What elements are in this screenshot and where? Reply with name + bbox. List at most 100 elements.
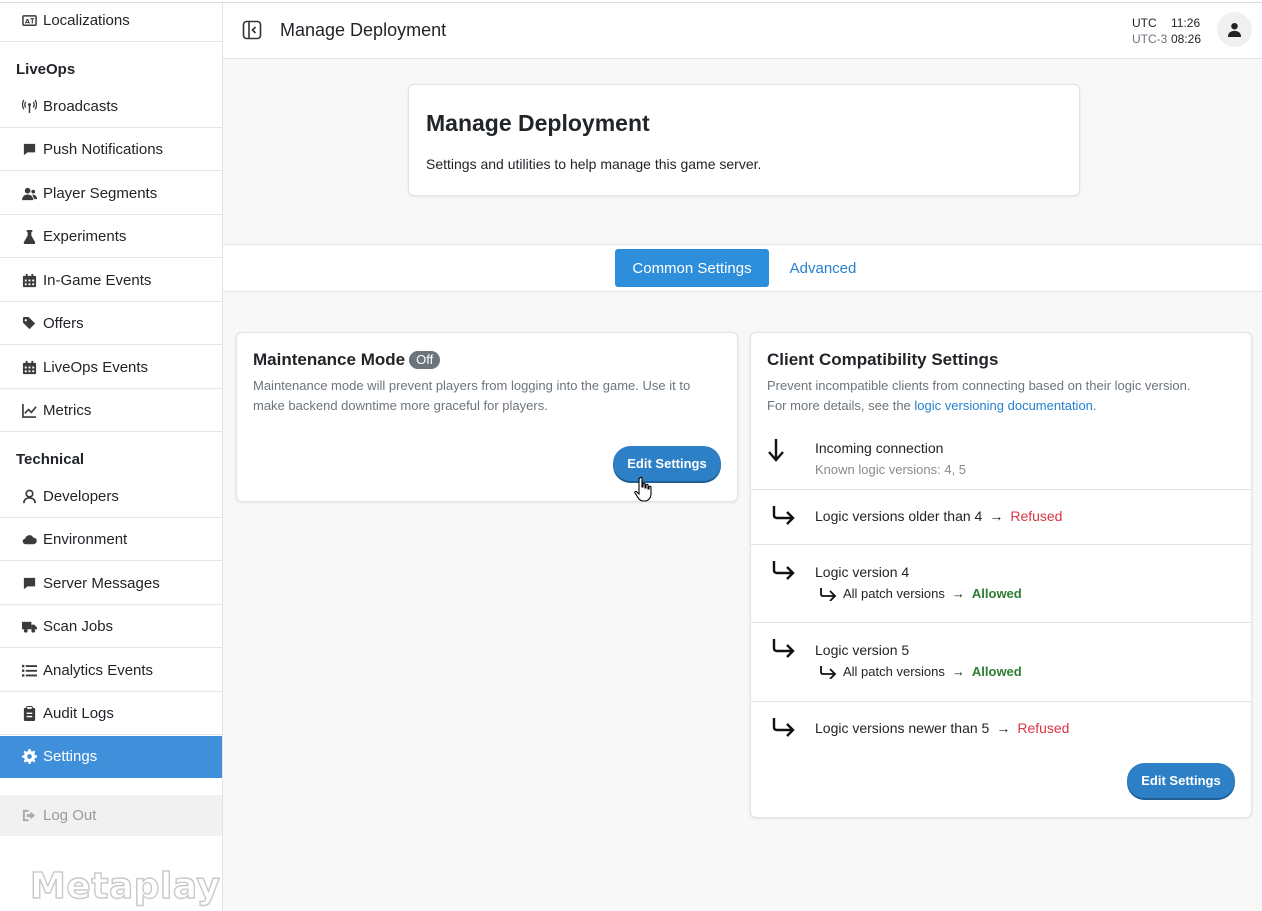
sidebar-item-server-messages[interactable]: Server Messages <box>0 562 222 605</box>
sidebar-item-label: Scan Jobs <box>43 617 114 635</box>
sidebar-item-logout[interactable]: Log Out <box>0 795 222 836</box>
sidebar-heading-liveops: LiveOps <box>16 61 76 78</box>
sidebar-item-label: Audit Logs <box>43 704 114 722</box>
tab-bar: Common Settings Advanced <box>223 244 1262 292</box>
turn-right-arrow-icon <box>772 561 795 580</box>
sidebar-item-developers[interactable]: Developers <box>0 475 222 518</box>
tab-common-settings[interactable]: Common Settings <box>615 249 769 287</box>
compat-rule-status: Refused <box>1010 508 1063 524</box>
timezone-label-utc: UTC <box>1132 16 1157 30</box>
compat-sub-rule-label: All patch versions <box>843 586 945 601</box>
sidebar-item-audit-logs[interactable]: Audit Logs <box>0 692 222 735</box>
user-group-icon <box>20 185 38 201</box>
status-badge: Off <box>409 351 441 369</box>
turn-right-arrow-icon <box>772 639 795 658</box>
incoming-connection-sub: Known logic versions: 4, 5 <box>815 462 967 477</box>
sidebar-item-label: Server Messages <box>43 574 160 592</box>
sidebar-item-in-game-events[interactable]: In-Game Events <box>0 259 222 302</box>
sidebar-item-analytics-events[interactable]: Analytics Events <box>0 649 222 692</box>
sidebar-item-label: Experiments <box>43 227 127 245</box>
compat-sub-rule-label: All patch versions <box>843 664 945 679</box>
sidebar-item-label: Environment <box>43 530 128 548</box>
sidebar-item-offers[interactable]: Offers <box>0 302 222 345</box>
compat-edit-settings-button[interactable]: Edit Settings <box>1127 763 1235 798</box>
truck-icon <box>20 618 38 634</box>
time-local: 08:26 <box>1171 32 1202 46</box>
client-compatibility-title: Client Compatibility Settings <box>767 350 999 369</box>
compat-row: Logic version 4 All patch versions → All… <box>751 545 1251 623</box>
turn-right-arrow-icon <box>772 506 795 525</box>
description-prefix: For more details, see the <box>767 398 915 413</box>
hand-cursor-icon <box>634 476 652 502</box>
sidebar-heading-technical: Technical <box>16 451 85 468</box>
timezone-label-local: UTC-3 <box>1132 32 1168 46</box>
client-compatibility-description: Prevent incompatible clients from connec… <box>767 376 1247 416</box>
sidebar-item-label: In-Game Events <box>43 271 152 289</box>
compat-sub-rule: All patch versions → Allowed <box>819 664 1022 679</box>
sidebar-item-broadcasts[interactable]: Broadcasts <box>0 85 222 128</box>
list-icon <box>20 662 38 678</box>
compat-rule-label: Logic version 5 <box>815 642 910 658</box>
maintenance-edit-settings-button[interactable]: Edit Settings <box>613 446 721 481</box>
page-title: Manage Deployment <box>280 20 447 40</box>
overview-title: Manage Deployment <box>426 110 650 136</box>
sidebar-item-scan-jobs[interactable]: Scan Jobs <box>0 605 222 648</box>
sidebar-item-environment[interactable]: Environment <box>0 518 222 561</box>
compat-rule-label: Logic versions newer than 5 <box>815 720 990 736</box>
maintenance-mode-description: Maintenance mode will prevent players fr… <box>253 378 691 413</box>
chart-line-icon <box>20 402 38 418</box>
sidebar-item-label: Metrics <box>43 401 92 419</box>
turn-right-arrow-icon <box>820 665 837 679</box>
comment-icon <box>20 141 38 157</box>
top-bar: Manage Deployment UTC UTC-3 11:26 08:26 <box>223 3 1262 59</box>
user-avatar[interactable] <box>1217 12 1252 47</box>
sidebar-item-push-notifications[interactable]: Push Notifications <box>0 128 222 171</box>
turn-right-arrow-icon <box>820 587 837 601</box>
maintenance-mode-title-text: Maintenance Mode <box>253 350 406 369</box>
sidebar-item-metrics[interactable]: Metrics <box>0 389 222 432</box>
sidebar-item-player-segments[interactable]: Player Segments <box>0 172 222 215</box>
sidebar-item-label: Broadcasts <box>43 97 119 115</box>
incoming-connection-title: Incoming connection <box>815 440 944 456</box>
description-line-1: Prevent incompatible clients from connec… <box>767 378 1191 393</box>
compat-rule: Logic versions older than 4 → Refused <box>815 508 1062 524</box>
clipboard-icon <box>20 705 38 721</box>
logic-versioning-docs-link[interactable]: logic versioning documentation <box>914 398 1093 413</box>
sidebar-item-localizations[interactable]: A Localizations <box>0 0 222 42</box>
compat-rule-label: Logic versions older than 4 <box>815 508 983 524</box>
timezone-labels: UTC UTC-3 <box>1132 15 1167 47</box>
calendar-icon <box>20 272 38 288</box>
arrow-down-icon <box>768 439 784 462</box>
incoming-connection-row: Incoming connection Known logic versions… <box>751 425 1251 490</box>
gear-icon <box>20 749 38 765</box>
sidebar-item-label: Localizations <box>43 12 130 29</box>
comment-icon <box>20 575 38 591</box>
sidebar-item-label: Analytics Events <box>43 661 154 679</box>
arrow-right-icon: → <box>951 586 965 601</box>
turn-right-arrow-icon <box>772 718 795 737</box>
sidebar-item-experiments[interactable]: Experiments <box>0 215 222 258</box>
maintenance-mode-card: Maintenance Mode Off Maintenance mode wi… <box>236 332 738 502</box>
sidebar-item-settings[interactable]: Settings <box>0 736 222 778</box>
broadcast-icon <box>20 98 38 114</box>
tags-icon <box>20 315 38 331</box>
sidebar-item-label: Log Out <box>43 807 97 824</box>
compat-sub-rule-status: Allowed <box>971 586 1022 601</box>
tab-advanced[interactable]: Advanced <box>779 249 867 287</box>
metaplay-logo: Metaplay <box>29 865 221 907</box>
timezone-times: 11:26 08:26 <box>1171 15 1201 47</box>
sidebar-item-label: Player Segments <box>43 184 158 202</box>
developer-icon <box>20 488 38 504</box>
compat-sub-rule-status: Allowed <box>971 664 1022 679</box>
sidebar-item-label: Push Notifications <box>43 140 164 158</box>
overview-description: Settings and utilities to help manage th… <box>426 156 762 172</box>
flask-icon <box>20 228 38 244</box>
compat-rule-label: Logic version 4 <box>815 564 910 580</box>
compat-rule: Logic versions newer than 5 → Refused <box>815 720 1069 736</box>
sidebar-item-liveops-events[interactable]: LiveOps Events <box>0 346 222 389</box>
localization-icon: A <box>20 13 38 29</box>
sidebar-toggle-icon[interactable] <box>242 20 262 40</box>
description-suffix: . <box>1092 398 1097 413</box>
description-line-2: For more details, see the logic versioni… <box>767 396 1247 416</box>
maintenance-mode-title: Maintenance Mode Off <box>253 350 441 370</box>
